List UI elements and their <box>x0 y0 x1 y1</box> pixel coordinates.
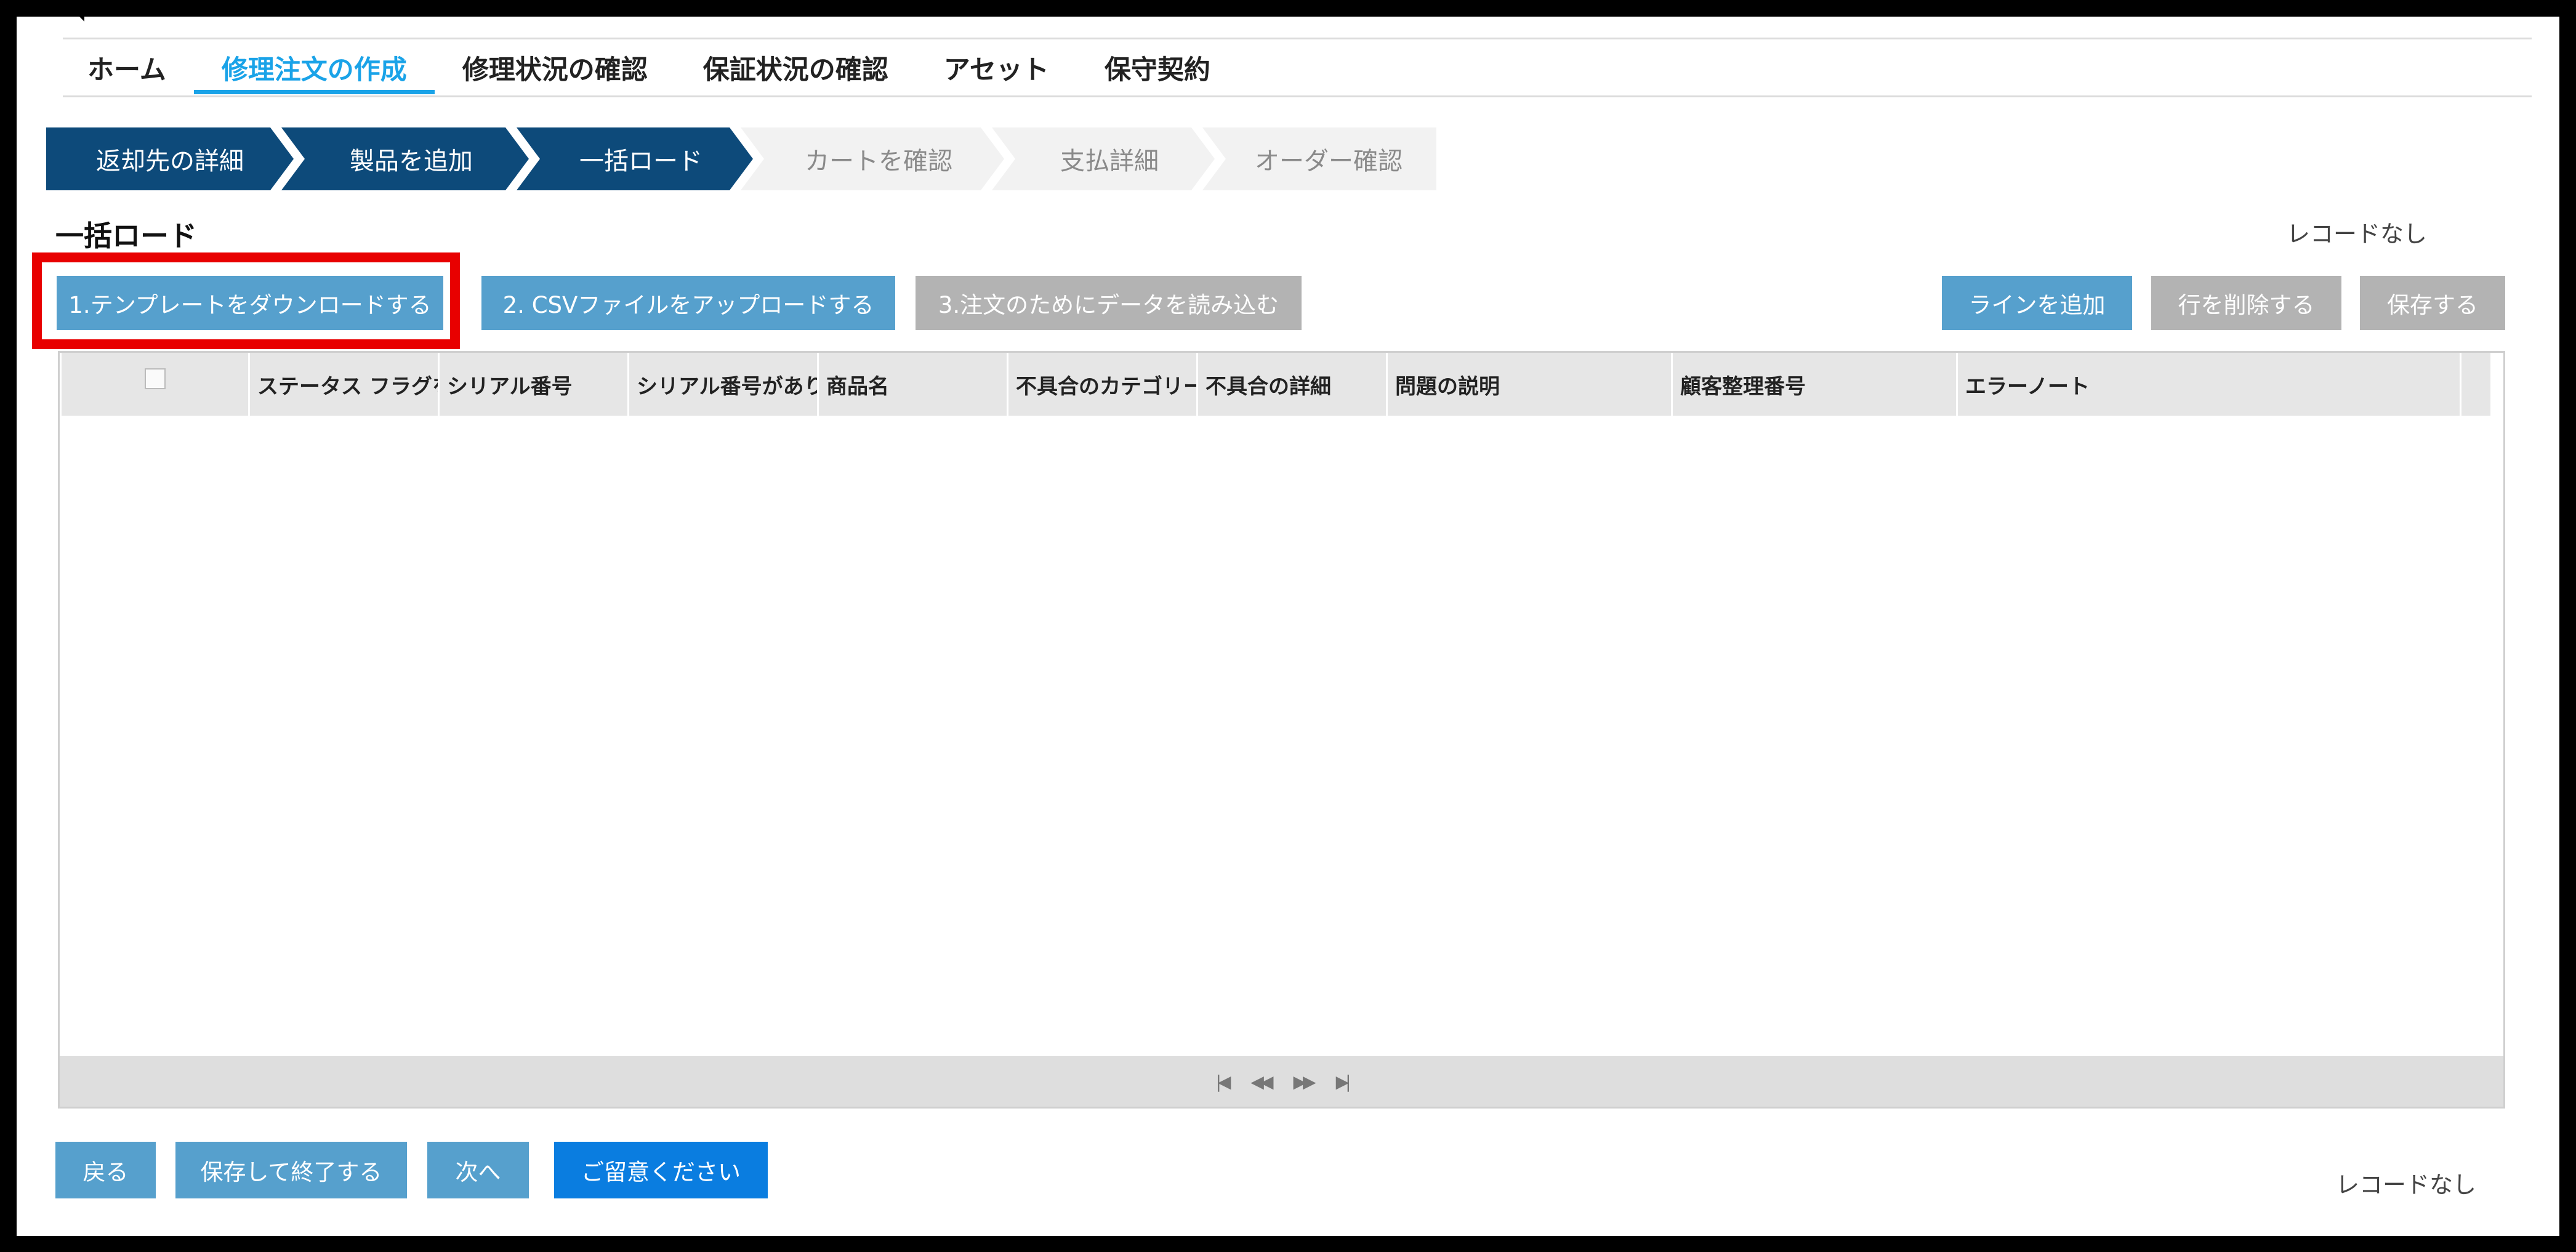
first-page-icon[interactable]: |◀ <box>1215 1072 1231 1092</box>
notice-button[interactable]: ご留意ください <box>554 1142 768 1198</box>
column-header-defect-details[interactable]: 不具合の詳細 <box>1198 353 1388 416</box>
nav-tab-assets[interactable]: アセット <box>916 41 1077 94</box>
delete-row-button[interactable]: 行を削除する <box>2151 276 2341 330</box>
step-bulk-load[interactable]: 一括ロード <box>517 127 753 190</box>
nav-tab-maintenance-contracts[interactable]: 保守契約 <box>1077 41 1238 94</box>
corner-mark <box>76 17 84 22</box>
select-all-checkbox[interactable] <box>144 368 166 389</box>
step-review-cart[interactable]: カートを確認 <box>741 127 1004 190</box>
load-data-button[interactable]: 3.注文のためにデータを読み込む <box>916 276 1302 330</box>
save-and-exit-button[interactable]: 保存して終了する <box>175 1142 407 1198</box>
grid-pager: |◀ ◀◀ ▶▶ ▶| <box>60 1056 2503 1107</box>
bulk-load-grid: ステータス フラグを シリアル番号 シリアル番号があり 商品名 不具合のカテゴリ… <box>58 351 2505 1109</box>
step-add-products[interactable]: 製品を追加 <box>281 127 529 190</box>
next-button[interactable]: 次へ <box>427 1142 529 1198</box>
column-select-all <box>62 353 250 416</box>
nav-tab-create-repair-order[interactable]: 修理注文の作成 <box>193 41 435 94</box>
main-nav: ホーム 修理注文の作成 修理状況の確認 保証状況の確認 アセット 保守契約 <box>60 41 1238 97</box>
step-return-details[interactable]: 返却先の詳細 <box>46 127 294 190</box>
column-header-product-name[interactable]: 商品名 <box>819 353 1008 416</box>
column-header-status-flag[interactable]: ステータス フラグを <box>250 353 440 416</box>
step-payment-details[interactable]: 支払詳細 <box>992 127 1215 190</box>
page: ホーム 修理注文の作成 修理状況の確認 保証状況の確認 アセット 保守契約 返却… <box>17 17 2559 1236</box>
column-header-defect-category[interactable]: 不具合のカテゴリー <box>1008 353 1198 416</box>
divider <box>63 38 2532 39</box>
grid-header: ステータス フラグを シリアル番号 シリアル番号があり 商品名 不具合のカテゴリ… <box>62 353 2490 416</box>
column-header-serial-number[interactable]: シリアル番号 <box>440 353 629 416</box>
record-status: レコードなし <box>2286 220 2427 248</box>
back-button[interactable]: 戻る <box>55 1142 156 1198</box>
nav-tab-home[interactable]: ホーム <box>60 41 194 94</box>
record-status: レコードなし <box>2335 1171 2476 1198</box>
step-order-confirmation[interactable]: オーダー確認 <box>1202 127 1436 190</box>
previous-page-icon[interactable]: ◀◀ <box>1250 1072 1273 1092</box>
add-line-button[interactable]: ラインを追加 <box>1942 276 2132 330</box>
page-title: 一括ロード <box>55 219 197 252</box>
next-page-icon[interactable]: ▶▶ <box>1294 1072 1316 1092</box>
nav-tab-warranty-status[interactable]: 保証状況の確認 <box>675 41 916 94</box>
download-template-button[interactable]: 1.テンプレートをダウンロードする <box>57 276 443 330</box>
column-header-problem-description[interactable]: 問題の説明 <box>1388 353 1673 416</box>
nav-tab-repair-status[interactable]: 修理状況の確認 <box>435 41 675 94</box>
column-header-customer-ref[interactable]: 顧客整理番号 <box>1673 353 1958 416</box>
last-page-icon[interactable]: ▶| <box>1336 1072 1351 1092</box>
upload-csv-button[interactable]: 2. CSVファイルをアップロードする <box>481 276 895 330</box>
save-button[interactable]: 保存する <box>2360 276 2505 330</box>
column-header-has-serial[interactable]: シリアル番号があり <box>629 353 819 416</box>
column-header-error-note[interactable]: エラーノート <box>1958 353 2461 416</box>
